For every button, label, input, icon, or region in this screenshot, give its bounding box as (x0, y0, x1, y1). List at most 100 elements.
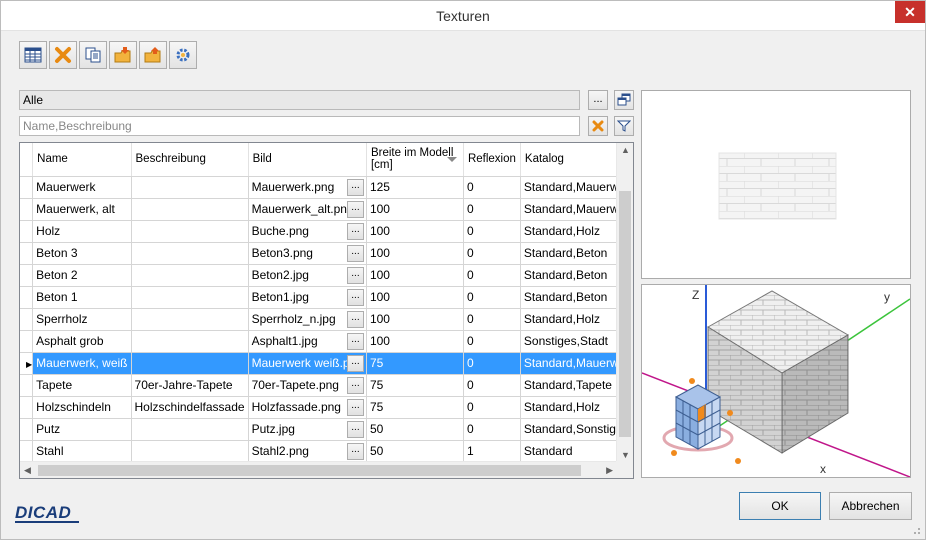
cell-bild[interactable]: Buche.png... (248, 220, 367, 243)
cell-breite[interactable]: 100 (366, 220, 464, 243)
cell-breite[interactable]: 50 (366, 418, 464, 441)
cell-katalog[interactable]: Standard,Beton (520, 242, 617, 265)
cell-bild[interactable]: Beton2.jpg... (248, 264, 367, 287)
cell-name[interactable]: Mauerwerk, alt (32, 198, 132, 221)
cell-breite[interactable]: 75 (366, 374, 464, 397)
cell-beschreibung[interactable] (131, 220, 249, 243)
column-header-bild[interactable]: Bild (248, 143, 367, 177)
cell-katalog[interactable]: Standard,Mauerwerk (520, 176, 617, 199)
cell-beschreibung[interactable] (131, 242, 249, 265)
cell-reflexion[interactable]: 0 (463, 242, 521, 265)
cell-beschreibung[interactable] (131, 264, 249, 287)
cell-reflexion[interactable]: 0 (463, 418, 521, 441)
horizontal-scrollbar[interactable]: ◀ ▶ (20, 461, 617, 478)
cell-breite[interactable]: 75 (366, 352, 464, 375)
vertical-scrollbar[interactable]: ▲ ▼ (616, 143, 633, 462)
cell-bild[interactable]: 70er-Tapete.png... (248, 374, 367, 397)
table-row[interactable]: Stahl Stahl2.png... 50 1 Standard (20, 440, 617, 462)
cell-katalog[interactable]: Standard,Beton (520, 286, 617, 309)
cell-katalog[interactable]: Standard,Holz (520, 308, 617, 331)
cell-name[interactable]: Beton 2 (32, 264, 132, 287)
cell-beschreibung[interactable] (131, 330, 249, 353)
row-header[interactable] (20, 440, 34, 462)
cell-beschreibung[interactable] (131, 440, 249, 462)
cell-breite[interactable]: 100 (366, 242, 464, 265)
cell-breite[interactable]: 100 (366, 286, 464, 309)
cell-reflexion[interactable]: 0 (463, 198, 521, 221)
cell-breite[interactable]: 100 (366, 330, 464, 353)
row-header[interactable] (20, 286, 34, 309)
cell-bild[interactable]: Putz.jpg... (248, 418, 367, 441)
cell-reflexion[interactable]: 0 (463, 308, 521, 331)
row-header[interactable]: ▶ (20, 352, 34, 375)
copy-button[interactable] (79, 41, 107, 69)
table-row[interactable]: Beton 3 Beton3.png... 100 0 Standard,Beton (20, 242, 617, 265)
cell-katalog[interactable]: Standard,Tapete (520, 374, 617, 397)
cell-name[interactable]: Holz (32, 220, 132, 243)
table-row[interactable]: ▶ Mauerwerk, weiß Mauerwerk weiß.png... 75 0… (20, 352, 617, 375)
cell-breite[interactable]: 100 (366, 308, 464, 331)
cell-name[interactable]: Beton 3 (32, 242, 132, 265)
cell-name[interactable]: Sperrholz (32, 308, 132, 331)
cell-beschreibung[interactable] (131, 418, 249, 441)
browse-image-button[interactable]: ... (346, 310, 364, 328)
category-browse-button[interactable]: ... (588, 90, 608, 110)
table-row[interactable]: Mauerwerk, alt Mauerwerk_alt.png... 100 0 St… (20, 198, 617, 221)
row-header[interactable] (20, 264, 34, 287)
row-header[interactable] (20, 374, 34, 397)
cell-beschreibung[interactable]: 70er-Jahre-Tapete (131, 374, 249, 397)
column-header-beschreibung[interactable]: Beschreibung (131, 143, 249, 177)
cell-bild[interactable]: Mauerwerk.png... (248, 176, 367, 199)
title-bar[interactable]: Texturen ✕ (1, 1, 925, 31)
cell-reflexion[interactable]: 1 (463, 440, 521, 462)
import-button[interactable] (109, 41, 137, 69)
resize-grip-icon[interactable] (911, 525, 921, 535)
cell-katalog[interactable]: Standard,Mauerwerk (520, 198, 617, 221)
browse-image-button[interactable]: ... (346, 398, 364, 416)
cell-bild[interactable]: Mauerwerk weiß.png... (248, 352, 367, 375)
cell-breite[interactable]: 75 (366, 396, 464, 419)
scroll-right-icon[interactable]: ▶ (606, 465, 613, 476)
column-header-katalog[interactable]: Katalog (520, 143, 617, 177)
column-header-name[interactable]: Name (32, 143, 132, 177)
scroll-down-icon[interactable]: ▼ (621, 450, 630, 460)
browse-image-button[interactable]: ... (346, 178, 364, 196)
clear-search-button[interactable] (588, 116, 608, 136)
table-row[interactable]: Beton 1 Beton1.jpg... 100 0 Standard,Beton (20, 286, 617, 309)
cell-name[interactable]: Mauerwerk, weiß (32, 352, 132, 375)
ok-button[interactable]: OK (739, 492, 821, 520)
cell-name[interactable]: Mauerwerk (32, 176, 132, 199)
cell-katalog[interactable]: Sonstiges,Stadt (520, 330, 617, 353)
cell-reflexion[interactable]: 0 (463, 352, 521, 375)
cell-beschreibung[interactable] (131, 352, 249, 375)
row-header[interactable] (20, 396, 34, 419)
cell-bild[interactable]: Stahl2.png... (248, 440, 367, 462)
cell-beschreibung[interactable] (131, 308, 249, 331)
cell-reflexion[interactable]: 0 (463, 264, 521, 287)
cell-name[interactable]: Putz (32, 418, 132, 441)
settings-button[interactable] (169, 41, 197, 69)
cell-bild[interactable]: Beton1.jpg... (248, 286, 367, 309)
row-header[interactable] (20, 330, 34, 353)
row-header[interactable] (20, 198, 34, 221)
cell-beschreibung[interactable] (131, 198, 249, 221)
table-row[interactable]: Beton 2 Beton2.jpg... 100 0 Standard,Beton (20, 264, 617, 287)
cell-breite[interactable]: 100 (366, 198, 464, 221)
cell-breite[interactable]: 100 (366, 264, 464, 287)
cell-reflexion[interactable]: 0 (463, 374, 521, 397)
browse-image-button[interactable]: ... (346, 266, 364, 284)
browse-image-button[interactable]: ... (346, 222, 364, 240)
cell-bild[interactable]: Beton3.png... (248, 242, 367, 265)
browse-image-button[interactable]: ... (346, 332, 364, 350)
cell-name[interactable]: Asphalt grob (32, 330, 132, 353)
browse-image-button[interactable]: ... (346, 354, 364, 372)
cell-katalog[interactable]: Standard,Holz (520, 396, 617, 419)
export-button[interactable] (139, 41, 167, 69)
cell-reflexion[interactable]: 0 (463, 220, 521, 243)
table-row[interactable]: Holz Buche.png... 100 0 Standard,Holz (20, 220, 617, 243)
search-input[interactable]: Name,Beschreibung (19, 116, 580, 136)
cell-beschreibung[interactable]: Holzschindelfassade (131, 396, 249, 419)
cell-name[interactable]: Stahl (32, 440, 132, 462)
category-filter[interactable]: Alle (19, 90, 580, 110)
cell-katalog[interactable]: Standard,Sonstiges (520, 418, 617, 441)
